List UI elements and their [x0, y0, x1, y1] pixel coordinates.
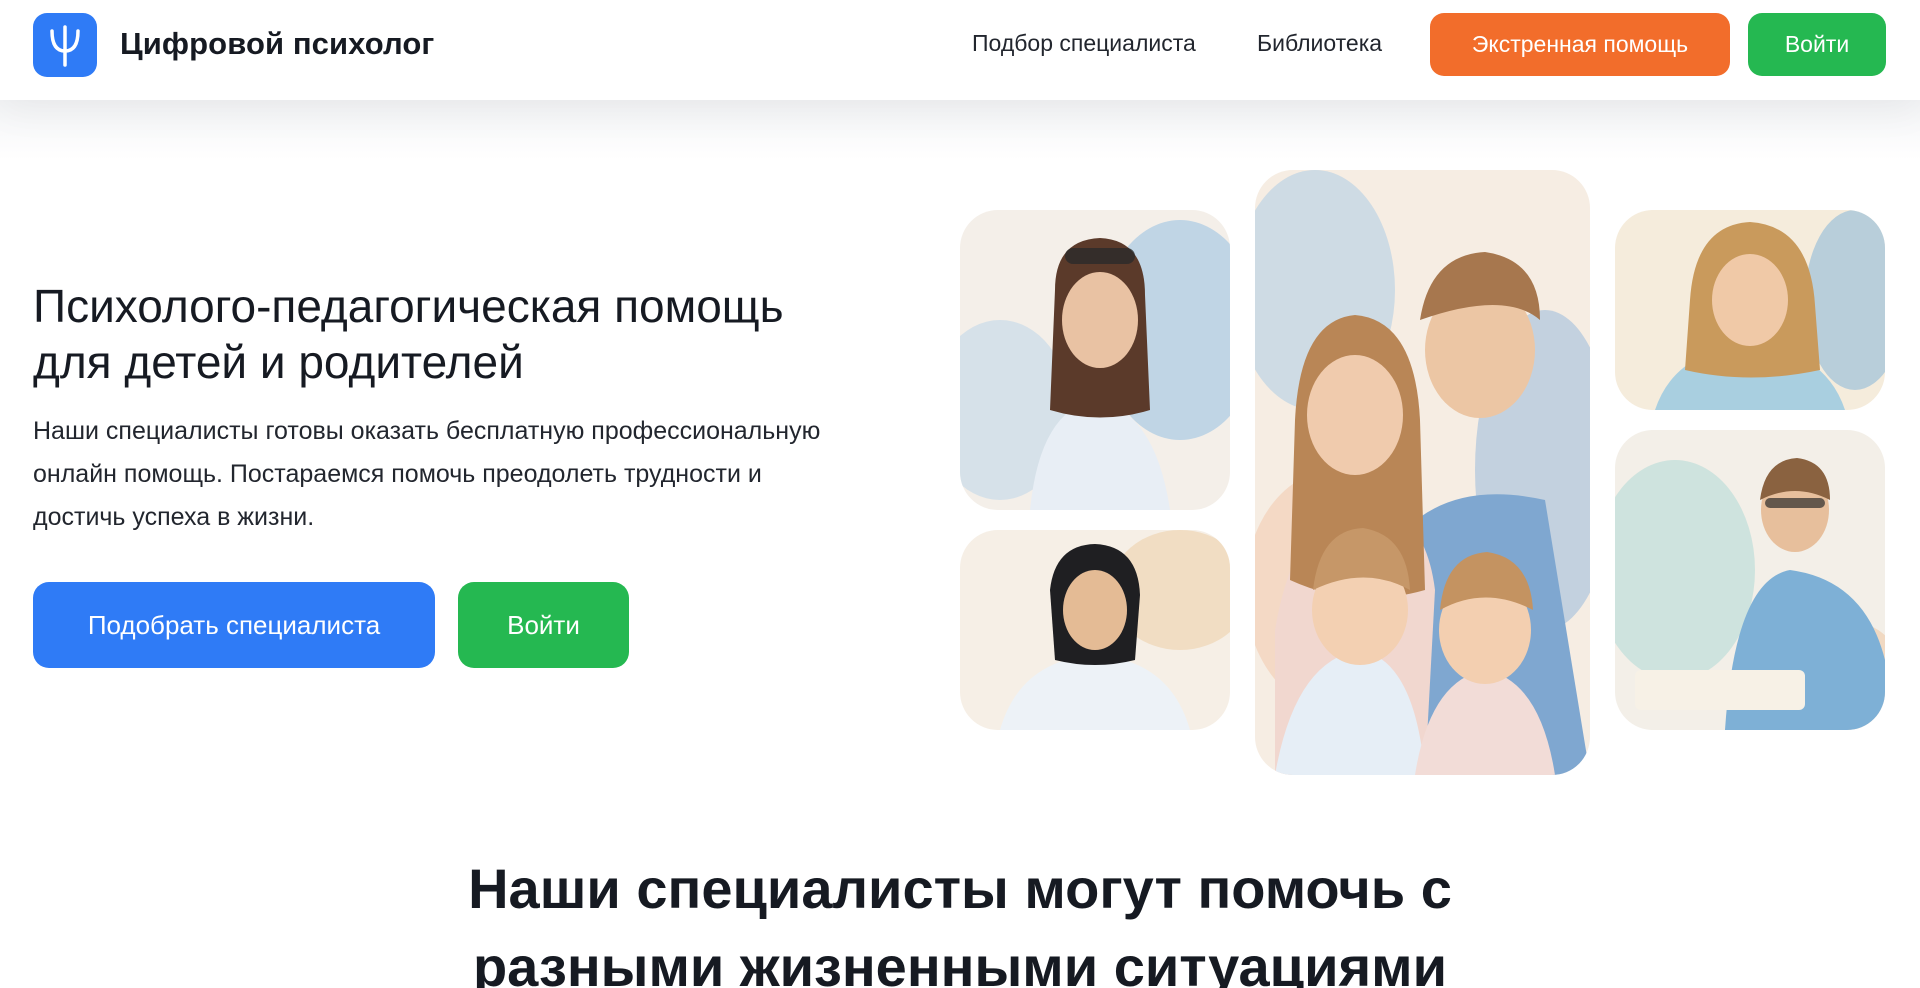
- family-image: [1255, 170, 1590, 775]
- specialist-woman-smiling-image: [1615, 210, 1885, 410]
- section-title: Наши специалисты могут помочь с разными …: [468, 857, 1452, 988]
- pick-specialist-button[interactable]: Подобрать специалиста: [33, 582, 435, 668]
- hero-description: Наши специалисты готовы оказать бесплатн…: [33, 417, 821, 531]
- nav-library[interactable]: Библиотека: [1257, 30, 1382, 57]
- emergency-help-button[interactable]: Экстренная помощь: [1430, 13, 1730, 76]
- nav-specialist-selection[interactable]: Подбор специалиста: [972, 30, 1196, 57]
- login-button[interactable]: Войти: [1748, 13, 1886, 76]
- site-header: Цифровой психолог Подбор специалиста Биб…: [0, 0, 1920, 100]
- hero-login-button[interactable]: Войти: [458, 582, 629, 668]
- specialist-woman-portrait-image: [960, 530, 1230, 730]
- hero-background: [0, 100, 1920, 160]
- specialist-woman-glasses-image: [960, 210, 1230, 510]
- specialist-man-writing-image: [1615, 430, 1885, 730]
- hero-title: Психолого-педагогическая помощь для дете…: [33, 280, 784, 388]
- brand-name[interactable]: Цифровой психолог: [120, 26, 434, 62]
- psi-icon[interactable]: [33, 13, 97, 77]
